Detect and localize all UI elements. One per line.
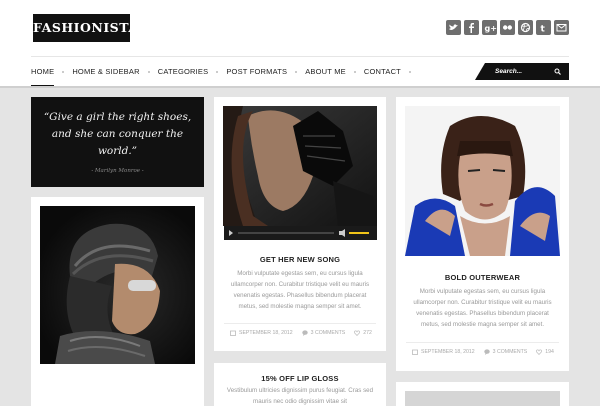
play-icon	[229, 230, 233, 236]
nav-separator	[216, 71, 219, 73]
meta-divider	[406, 342, 559, 343]
header-divider	[31, 56, 569, 57]
nav-home-sidebar[interactable]: HOME & SIDEBAR	[72, 60, 139, 84]
flickr-icon[interactable]	[500, 20, 515, 35]
nav-bottom-border	[0, 86, 600, 88]
tumblr-icon[interactable]: t	[536, 20, 551, 35]
nav-separator	[62, 71, 65, 73]
quote-card: “Give a girl the right shoes, and she ca…	[31, 97, 204, 187]
post-comments[interactable]: 3 COMMENTS	[301, 330, 345, 336]
calendar-icon	[230, 330, 236, 336]
google-plus-icon[interactable]: g+	[482, 20, 497, 35]
comment-icon	[301, 330, 308, 336]
nav-about-me[interactable]: ABOUT ME	[305, 60, 346, 84]
search-input[interactable]: Search...	[475, 63, 569, 80]
dribbble-icon[interactable]	[518, 20, 533, 35]
nav-home[interactable]: HOME	[31, 60, 55, 88]
main-nav: HOME HOME & SIDEBAR CATEGORIES POST FORM…	[31, 60, 419, 88]
meta-divider	[224, 323, 376, 324]
post-title[interactable]: BOLD OUTERWEAR	[396, 273, 569, 282]
quote-author: - Marilyn Monroe -	[91, 168, 144, 174]
twitter-icon[interactable]	[446, 20, 461, 35]
nav-post-formats[interactable]: POST FORMATS	[226, 60, 287, 84]
post-image-headscarf[interactable]	[40, 206, 195, 364]
heart-icon	[354, 330, 361, 336]
svg-text:g+: g+	[485, 24, 497, 33]
nav-categories[interactable]: CATEGORIES	[158, 60, 209, 84]
nav-separator	[147, 71, 150, 73]
post-likes[interactable]: 194	[536, 349, 554, 355]
post-image-outerwear[interactable]	[405, 106, 560, 256]
site-header: FASHIONISTA g+ t HOME HOME & SIDEBAR CAT…	[0, 0, 600, 88]
post-image-song[interactable]	[223, 106, 377, 226]
post-date: SEPTEMBER 18, 2012	[230, 330, 293, 336]
calendar-icon	[412, 349, 418, 355]
post-excerpt: Morbi vulputate egestas sem, eu cursus l…	[230, 270, 370, 310]
nav-separator	[353, 71, 356, 73]
nav-contact[interactable]: CONTACT	[364, 60, 401, 84]
search-placeholder: Search...	[495, 68, 523, 75]
post-card-next[interactable]	[396, 382, 569, 406]
audio-player[interactable]	[224, 226, 377, 240]
facebook-icon[interactable]	[464, 20, 479, 35]
post-comments[interactable]: 3 COMMENTS	[483, 349, 527, 355]
social-icons: g+ t	[446, 20, 569, 35]
nav-separator	[408, 71, 411, 73]
post-likes[interactable]: 272	[354, 330, 372, 336]
post-date: SEPTEMBER 18, 2012	[412, 349, 475, 355]
post-title[interactable]: 15% OFF LIP GLOSS	[214, 374, 386, 383]
quote-text: “Give a girl the right shoes, and she ca…	[43, 111, 192, 157]
email-icon[interactable]	[554, 20, 569, 35]
post-excerpt: Morbi vulputate egestas sem, eu cursus l…	[413, 288, 552, 328]
post-card-lip-gloss[interactable]: 15% OFF LIP GLOSS Vestibulum ultricies d…	[214, 363, 386, 406]
nav-separator	[295, 71, 298, 73]
volume-icon	[339, 229, 345, 237]
site-logo[interactable]: FASHIONISTA	[33, 14, 138, 42]
post-card-song[interactable]: GET HER NEW SONG Morbi vulputate egestas…	[214, 97, 386, 351]
post-title[interactable]: GET HER NEW SONG	[214, 255, 386, 264]
post-card-outerwear[interactable]: BOLD OUTERWEAR Morbi vulputate egestas s…	[396, 97, 569, 371]
heart-icon	[536, 349, 543, 355]
post-excerpt: Vestibulum ultricies dignissim purus feu…	[226, 387, 374, 405]
search-icon[interactable]	[554, 68, 561, 75]
post-meta: SEPTEMBER 18, 2012 3 COMMENTS 194	[412, 349, 563, 355]
svg-text:t: t	[541, 25, 546, 35]
comment-icon	[483, 349, 490, 355]
post-image-next[interactable]	[405, 391, 560, 406]
post-card-headscarf[interactable]	[31, 197, 204, 406]
post-meta: SEPTEMBER 18, 2012 3 COMMENTS 272	[230, 330, 381, 336]
